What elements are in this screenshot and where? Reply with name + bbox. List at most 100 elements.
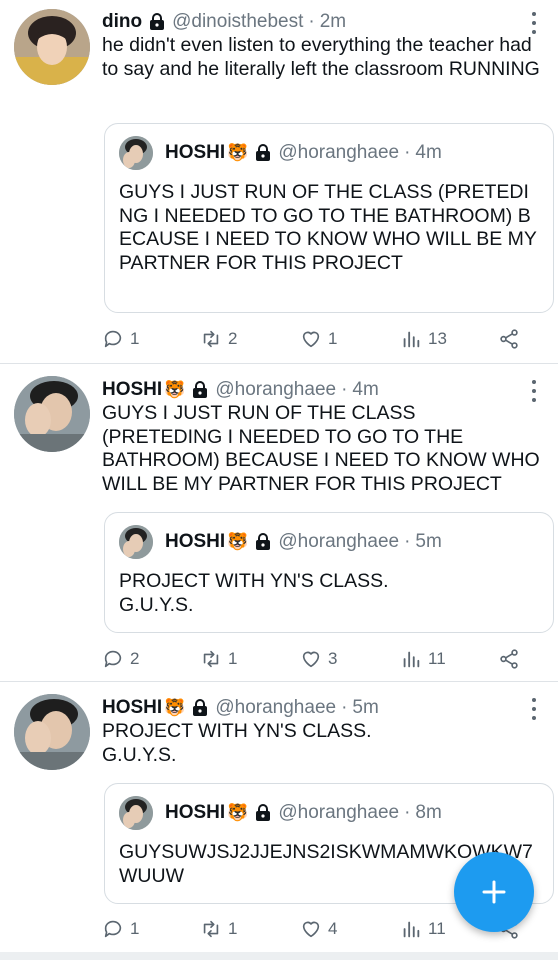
- avatar[interactable]: [14, 694, 90, 770]
- display-name[interactable]: HOSHI: [102, 697, 162, 719]
- user-handle: @horanghaee: [278, 142, 400, 163]
- timestamp: 5m: [415, 531, 442, 552]
- tweet-header: dino @dinoisthebest · 2m: [102, 10, 540, 34]
- avatar[interactable]: [14, 376, 90, 452]
- tiger-emoji: 🐯: [164, 698, 186, 717]
- plus-icon: [482, 880, 506, 904]
- timeline-feed: dino @dinoisthebest · 2m he didn't even …: [0, 0, 558, 959]
- lock-icon: [254, 804, 272, 822]
- tweet[interactable]: HOSHI 🐯 @horanghaee · 4m GUYS I JUST RUN…: [0, 363, 558, 681]
- display-name: HOSHI: [165, 142, 226, 163]
- retweet-button[interactable]: 2: [200, 328, 237, 350]
- lock-icon: [191, 699, 209, 717]
- heart-icon: [302, 651, 320, 668]
- share-button[interactable]: [498, 648, 520, 670]
- views-button[interactable]: 11: [400, 648, 446, 670]
- separator: ·: [404, 142, 411, 163]
- views-count: 11: [428, 919, 446, 938]
- user-handle[interactable]: @dinoisthebest: [172, 11, 303, 33]
- timestamp: 8m: [415, 802, 442, 823]
- user-handle: @horanghaee: [278, 531, 400, 552]
- avatar[interactable]: [14, 9, 90, 85]
- display-name[interactable]: HOSHI: [102, 379, 162, 401]
- reply-count: 2: [130, 649, 140, 668]
- quote-text: PROJECT WITH YN'S CLASS. G.U.Y.S.: [119, 570, 389, 616]
- retweet-button[interactable]: 1: [200, 648, 237, 670]
- display-name: HOSHI: [165, 531, 226, 552]
- tweet-header: HOSHI 🐯 @horanghaee · 4m: [102, 378, 540, 402]
- tiger-emoji: 🐯: [164, 380, 186, 399]
- more-vertical-icon[interactable]: [524, 380, 544, 402]
- tweet-text: he didn't even listen to everything the …: [102, 34, 540, 80]
- tweet-text: GUYS I JUST RUN OF THE CLASS (PRETEDING …: [102, 402, 546, 495]
- compose-button[interactable]: [454, 852, 534, 932]
- lock-icon: [148, 13, 166, 31]
- share-icon: [500, 649, 518, 669]
- like-count: 4: [328, 919, 338, 938]
- like-button[interactable]: 4: [300, 918, 337, 940]
- like-count: 1: [328, 329, 338, 348]
- timestamp[interactable]: 5m: [352, 697, 378, 719]
- quote-avatar: [119, 525, 153, 559]
- user-handle[interactable]: @horanghaee: [215, 697, 336, 719]
- separator: ·: [404, 531, 411, 552]
- quote-avatar: [119, 796, 153, 830]
- separator: ·: [404, 802, 411, 823]
- timestamp[interactable]: 2m: [320, 11, 346, 33]
- separator: ·: [308, 11, 315, 32]
- quote-avatar: [119, 136, 153, 170]
- tiger-emoji: 🐯: [227, 803, 249, 822]
- retweet-count: 2: [228, 329, 238, 348]
- reply-icon: [104, 920, 122, 938]
- tweet[interactable]: dino @dinoisthebest · 2m he didn't even …: [0, 0, 558, 363]
- reply-button[interactable]: 1: [102, 328, 139, 350]
- timestamp: 4m: [415, 142, 442, 163]
- quote-text: GUYS I JUST RUN OF THE CLASS (PRETEDING …: [119, 181, 537, 274]
- views-count: 11: [428, 649, 446, 668]
- retweet-icon: [203, 920, 219, 938]
- separator: ·: [341, 379, 348, 400]
- tweet-body: HOSHI 🐯 @horanghaee · 5m PROJECT WITH YN…: [102, 696, 540, 767]
- display-name: HOSHI: [165, 802, 226, 823]
- tiger-emoji: 🐯: [227, 532, 249, 551]
- heart-icon: [302, 331, 320, 348]
- tweet-text: PROJECT WITH YN'S CLASS. G.U.Y.S.: [102, 720, 372, 766]
- views-button[interactable]: 13: [400, 328, 447, 350]
- views-icon: [403, 651, 420, 668]
- user-handle[interactable]: @horanghaee: [215, 379, 336, 401]
- share-icon: [500, 329, 518, 349]
- retweet-count: 1: [228, 649, 238, 668]
- quote-header: HOSHI 🐯 @horanghaee · 8m: [119, 796, 539, 830]
- quoted-tweet[interactable]: HOSHI 🐯 @horanghaee · 5m PROJECT WITH YN…: [104, 512, 554, 633]
- like-count: 3: [328, 649, 338, 668]
- reply-count: 1: [130, 919, 140, 938]
- lock-icon: [254, 144, 272, 162]
- reply-button[interactable]: 2: [102, 648, 139, 670]
- share-button[interactable]: [498, 328, 520, 350]
- action-bar: 2 1 3 11: [102, 646, 540, 672]
- quote-header: HOSHI 🐯 @horanghaee · 5m: [119, 525, 539, 559]
- retweet-count: 1: [228, 919, 238, 938]
- retweet-icon: [203, 650, 219, 668]
- heart-icon: [302, 921, 320, 938]
- quote-header: HOSHI 🐯 @horanghaee · 4m: [119, 136, 539, 170]
- views-icon: [403, 331, 420, 348]
- like-button[interactable]: 3: [300, 648, 337, 670]
- tweet-body: HOSHI 🐯 @horanghaee · 4m GUYS I JUST RUN…: [102, 378, 540, 496]
- retweet-icon: [203, 330, 219, 348]
- tiger-emoji: 🐯: [227, 143, 249, 162]
- reply-button[interactable]: 1: [102, 918, 139, 940]
- more-vertical-icon[interactable]: [524, 698, 544, 720]
- user-handle: @horanghaee: [278, 802, 400, 823]
- more-vertical-icon[interactable]: [524, 12, 544, 34]
- tweet-body: dino @dinoisthebest · 2m he didn't even …: [102, 10, 540, 81]
- lock-icon: [254, 533, 272, 551]
- retweet-button[interactable]: 1: [200, 918, 237, 940]
- views-button[interactable]: 11: [400, 918, 446, 940]
- quoted-tweet[interactable]: HOSHI 🐯 @horanghaee · 4m GUYS I JUST RUN…: [104, 123, 554, 313]
- display-name[interactable]: dino: [102, 11, 142, 33]
- timestamp[interactable]: 4m: [352, 379, 378, 401]
- like-button[interactable]: 1: [300, 328, 337, 350]
- views-count: 13: [428, 329, 447, 348]
- action-bar: 1 2 1 13: [102, 326, 540, 352]
